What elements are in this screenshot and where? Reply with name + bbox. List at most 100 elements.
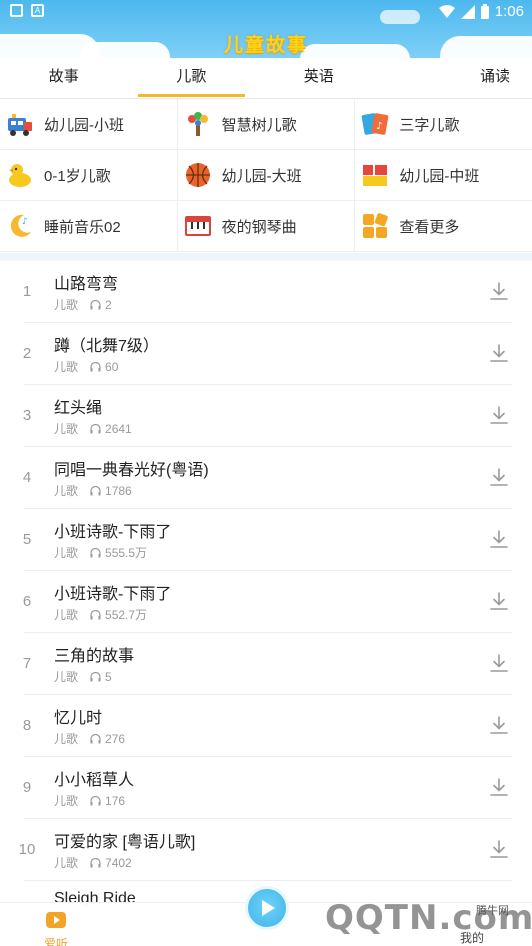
- category-label: 0-1岁儿歌: [44, 167, 111, 185]
- moon-icon: ♪: [10, 214, 31, 237]
- headphone-icon: [90, 485, 101, 495]
- song-title: 小小稻草人: [54, 772, 135, 789]
- download-icon[interactable]: [488, 528, 510, 550]
- piano-icon: [184, 216, 211, 236]
- nav-home[interactable]: 爱听: [30, 909, 82, 946]
- more-grid-icon: [363, 213, 389, 238]
- song-number: 10: [18, 841, 36, 858]
- play-count: 176: [105, 793, 126, 808]
- headphone-icon: [90, 361, 101, 371]
- song-meta: 儿歌 276: [54, 730, 125, 747]
- song-row[interactable]: 3 红头绳儿歌 2641: [0, 385, 532, 447]
- song-title: 小班诗歌-下雨了: [54, 524, 172, 541]
- category-kindergarten-middle[interactable]: 幼儿园-中班: [355, 150, 532, 200]
- download-icon[interactable]: [488, 466, 510, 488]
- download-icon[interactable]: [488, 590, 510, 612]
- category-label: 幼儿园-大班: [221, 167, 302, 185]
- headphone-icon: [90, 609, 101, 619]
- music-cards-icon: ♪: [362, 113, 389, 135]
- play-count: 2641: [105, 421, 132, 436]
- category-bedtime-music[interactable]: ♪ 睡前音乐02: [0, 201, 178, 251]
- song-row[interactable]: 4 同唱一典春光好(粤语) 儿歌 1786: [0, 447, 532, 509]
- download-icon[interactable]: [488, 714, 510, 736]
- headphone-icon: [90, 671, 101, 681]
- app-header: A 1:06 儿童故事: [0, 0, 532, 58]
- category-wisdom-tree[interactable]: 智慧树儿歌: [178, 99, 356, 149]
- song-number: 1: [22, 283, 32, 300]
- song-row[interactable]: 1 山路弯弯儿歌 2: [0, 261, 532, 323]
- download-icon[interactable]: [488, 652, 510, 674]
- song-number: 3: [22, 407, 32, 424]
- tab-bar: 故事 儿歌 英语 诵读: [0, 58, 532, 98]
- headphone-icon: [90, 857, 101, 867]
- download-icon[interactable]: [488, 776, 510, 798]
- tab-songs[interactable]: 儿歌: [128, 58, 256, 98]
- category-view-more[interactable]: 查看更多: [355, 201, 532, 251]
- headphone-icon: [90, 299, 101, 309]
- category-kindergarten-large[interactable]: 幼儿园-大班: [178, 150, 356, 200]
- song-number: 5: [22, 531, 32, 548]
- nav-home-label: 爱听: [43, 937, 68, 946]
- blocks-icon: [363, 165, 388, 186]
- song-tag: 儿歌: [54, 670, 79, 684]
- section-divider: [0, 253, 532, 261]
- song-row[interactable]: 5 小班诗歌-下雨了 儿歌 555.5万: [0, 509, 532, 571]
- notification-a-icon: A: [31, 4, 44, 17]
- song-number: 9: [22, 779, 32, 796]
- song-tag: 儿歌: [54, 546, 79, 560]
- song-title: 山路弯弯: [54, 276, 119, 293]
- watermark-cn: 腾牛网: [476, 905, 509, 917]
- train-icon: [8, 114, 32, 136]
- song-number: 6: [22, 593, 32, 610]
- song-meta: 儿歌 552.7万: [54, 606, 147, 623]
- song-title: 可爱的家 [粤语儿歌]: [54, 834, 196, 851]
- headphone-icon: [90, 423, 101, 433]
- headphone-icon: [90, 733, 101, 743]
- song-title: 小班诗歌-下雨了: [54, 586, 172, 603]
- song-row[interactable]: 7 三角的故事 儿歌 5: [0, 633, 532, 695]
- category-three-char[interactable]: ♪ 三字儿歌: [355, 99, 532, 149]
- tab-english[interactable]: 英语: [255, 58, 383, 98]
- battery-icon: [480, 4, 489, 19]
- song-meta: 儿歌 176: [54, 792, 125, 809]
- play-button[interactable]: [245, 886, 289, 930]
- download-icon[interactable]: [488, 342, 510, 364]
- download-icon[interactable]: [488, 838, 510, 860]
- song-row[interactable]: 2 蹲（北舞7级） 儿歌 60: [0, 323, 532, 385]
- notification-icon: [10, 4, 23, 17]
- tab-stories[interactable]: 故事: [0, 58, 128, 98]
- song-meta: 儿歌 60: [54, 358, 118, 375]
- song-meta: 儿歌 2: [54, 296, 112, 313]
- song-number: 4: [22, 469, 32, 486]
- category-0-1-years[interactable]: 0-1岁儿歌: [0, 150, 178, 200]
- basketball-icon: [185, 163, 210, 187]
- song-tag: 儿歌: [54, 360, 79, 374]
- song-tag: 儿歌: [54, 422, 79, 436]
- download-icon[interactable]: [488, 404, 510, 426]
- category-label: 幼儿园-小班: [44, 116, 124, 134]
- headphone-icon: [90, 795, 101, 805]
- category-label: 智慧树儿歌: [221, 116, 297, 134]
- song-title: 同唱一典春光好(粤语): [54, 462, 209, 479]
- category-grid: 幼儿园-小班 智慧树儿歌 ♪ 三字儿歌 0-1岁儿歌 幼儿园-大班 幼儿园-中班…: [0, 98, 532, 253]
- song-title: 忆儿时: [54, 710, 103, 727]
- category-label: 查看更多: [399, 218, 460, 236]
- tab-recitation[interactable]: 诵读: [383, 58, 532, 98]
- category-kindergarten-small[interactable]: 幼儿园-小班: [0, 99, 178, 149]
- play-count: 2: [105, 297, 112, 312]
- song-row[interactable]: 10 可爱的家 [粤语儿歌] 儿歌 7402: [0, 819, 532, 881]
- song-row[interactable]: 6 小班诗歌-下雨了 儿歌 552.7万: [0, 571, 532, 633]
- home-tv-icon: [46, 912, 66, 928]
- status-time: 1:06: [494, 3, 524, 20]
- song-number: 7: [22, 655, 32, 672]
- status-bar: A 1:06: [0, 0, 532, 24]
- song-title: 蹲（北舞7级）: [54, 338, 159, 355]
- svg-text:♪: ♪: [22, 217, 28, 227]
- song-title: 红头绳: [54, 400, 103, 417]
- song-number: 8: [22, 717, 32, 734]
- category-night-piano[interactable]: 夜的钢琴曲: [178, 201, 356, 251]
- song-meta: 儿歌 2641: [54, 420, 132, 437]
- song-row[interactable]: 8 忆儿时儿歌 276: [0, 695, 532, 757]
- song-row[interactable]: 9 小小稻草人儿歌 176: [0, 757, 532, 819]
- download-icon[interactable]: [488, 280, 510, 302]
